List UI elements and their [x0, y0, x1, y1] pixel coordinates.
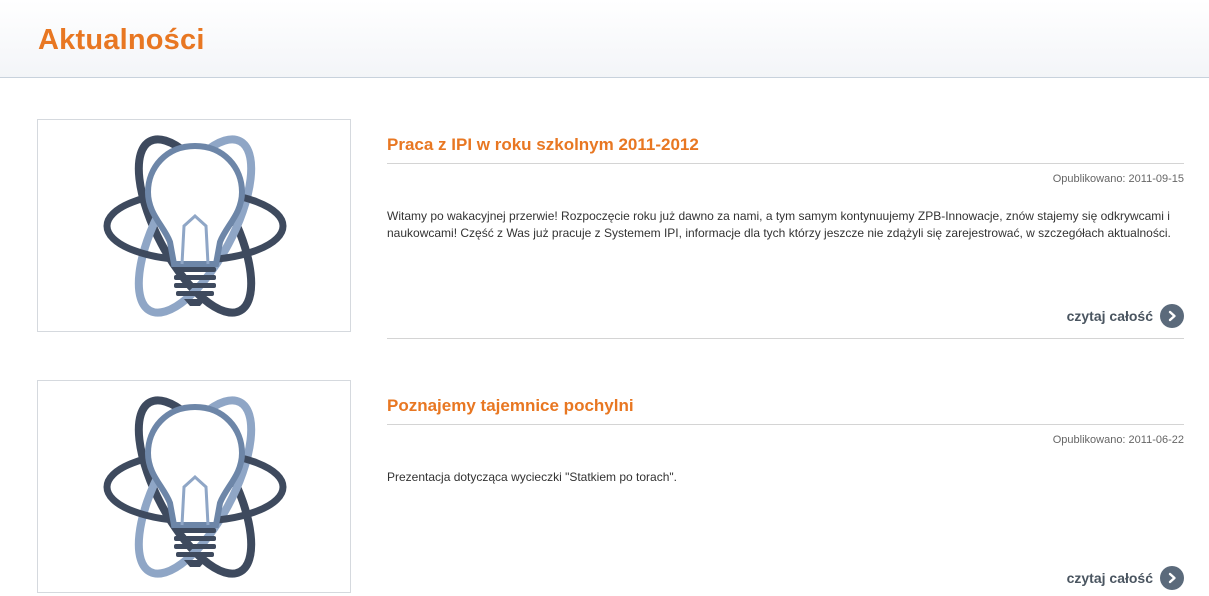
- news-title-link[interactable]: Poznajemy tajemnice pochylni: [387, 396, 634, 416]
- lightbulb-atom-icon: [103, 396, 287, 578]
- lightbulb-atom-icon: [103, 135, 287, 317]
- page-header: Aktualności: [0, 0, 1209, 78]
- read-more-label[interactable]: czytaj całość: [1067, 570, 1153, 586]
- page-title: Aktualności: [38, 24, 205, 56]
- read-more-label[interactable]: czytaj całość: [1067, 308, 1153, 324]
- news-item: Praca z IPI w roku szkolnym 2011-2012 Op…: [0, 119, 1209, 341]
- news-excerpt: Prezentacja dotycząca wycieczki "Statkie…: [387, 470, 677, 484]
- chevron-right-icon[interactable]: [1160, 566, 1184, 590]
- publish-date: Opublikowano: 2011-06-22: [1052, 434, 1184, 446]
- item-divider: [387, 338, 1184, 339]
- title-divider: [387, 163, 1184, 164]
- read-more-link[interactable]: czytaj całość: [1067, 304, 1184, 328]
- news-item: Poznajemy tajemnice pochylni Opublikowan…: [0, 380, 1209, 596]
- news-thumbnail[interactable]: [37, 380, 351, 593]
- news-title-link[interactable]: Praca z IPI w roku szkolnym 2011-2012: [387, 135, 699, 155]
- news-page: Aktualności Praca z IPI w roku szkolnym …: [0, 0, 1209, 596]
- title-divider: [387, 424, 1184, 425]
- news-excerpt: Witamy po wakacyjnej przerwie! Rozpoczęc…: [387, 209, 1171, 240]
- read-more-link[interactable]: czytaj całość: [1067, 566, 1184, 590]
- publish-date: Opublikowano: 2011-09-15: [1052, 173, 1184, 185]
- news-thumbnail[interactable]: [37, 119, 351, 332]
- chevron-right-icon[interactable]: [1160, 304, 1184, 328]
